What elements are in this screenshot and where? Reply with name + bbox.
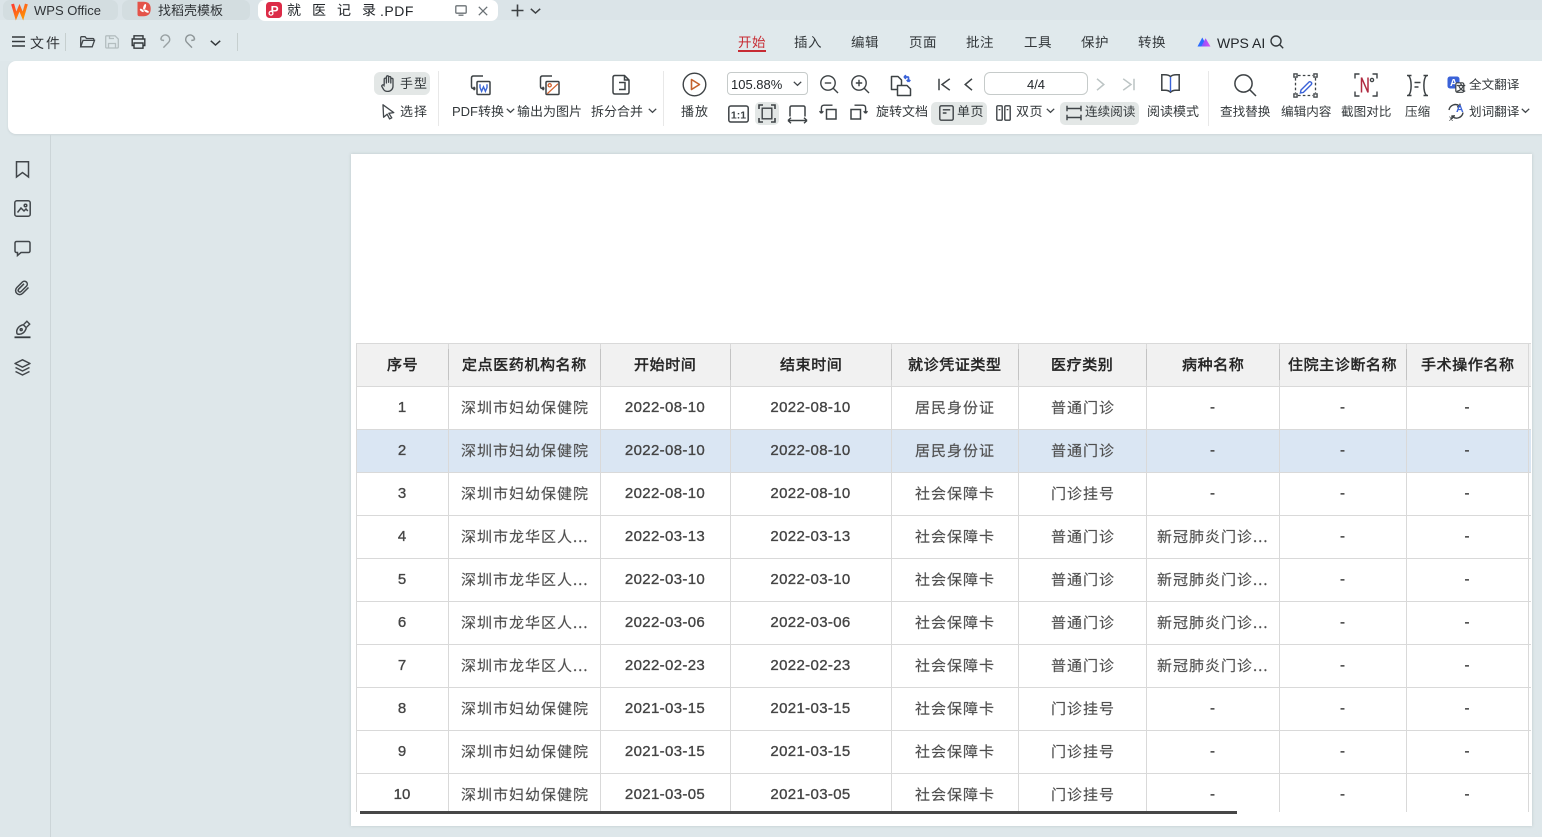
svg-text:A: A bbox=[1456, 103, 1464, 115]
svg-text:x: x bbox=[1449, 114, 1453, 123]
svg-text:1:1: 1:1 bbox=[731, 109, 746, 121]
